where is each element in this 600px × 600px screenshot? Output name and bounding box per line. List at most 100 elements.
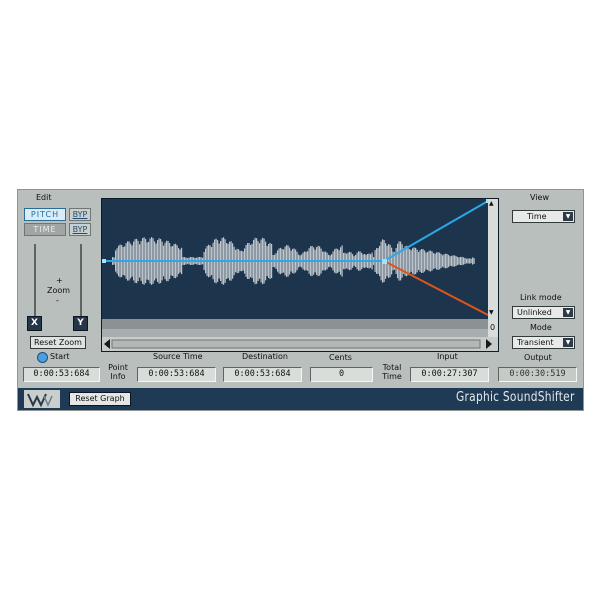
pitch-bypass-button[interactable]: BYP	[69, 208, 91, 221]
waveform-sample	[398, 241, 400, 281]
waveform-sample	[458, 257, 460, 265]
start-time-field[interactable]: 0:00:53:684	[23, 367, 100, 382]
waveform-sample	[469, 258, 471, 264]
waveform-sample	[440, 253, 442, 269]
waveform-sample	[412, 248, 414, 274]
pitch-edit-button[interactable]: PITCH	[24, 208, 66, 221]
footer-bar: Reset Graph Graphic SoundShifter	[18, 388, 583, 410]
destination-label: Destination	[242, 352, 288, 361]
link-mode-dropdown[interactable]: Unlinked ▼	[512, 306, 575, 319]
reset-zoom-button[interactable]: Reset Zoom	[30, 336, 86, 349]
reset-graph-button[interactable]: Reset Graph	[69, 392, 131, 406]
waveform-sample	[472, 257, 474, 265]
vertical-scrollbar[interactable]: ▲ ▼ 0	[488, 199, 498, 337]
curve-start-point[interactable]	[102, 259, 106, 263]
waveform-sample	[430, 250, 432, 272]
waveform-sample	[437, 252, 439, 270]
waveform-sample	[446, 253, 448, 269]
link-mode-label: Link mode	[520, 293, 562, 302]
output-label: Output	[524, 353, 552, 362]
waveform-sample	[433, 253, 435, 269]
overview-strip-lower	[102, 329, 498, 337]
waveform-sample	[448, 254, 450, 268]
waveform-sample	[407, 246, 409, 276]
start-label: Start	[50, 352, 70, 361]
waveform-sample	[466, 258, 468, 264]
waveform-sample	[452, 255, 454, 267]
waveform-sample	[389, 244, 391, 278]
waveform-sample	[463, 257, 465, 265]
input-label: Input	[437, 352, 458, 361]
waveform-sample	[449, 256, 451, 266]
chevron-down-icon[interactable]: ▼	[563, 308, 573, 317]
waveform-sample	[439, 252, 441, 270]
waves-logo-icon	[24, 390, 60, 408]
waveform-sample	[455, 256, 457, 266]
waveform-sample	[428, 250, 430, 272]
waveform-sample	[419, 250, 421, 272]
waveform-sample	[473, 258, 475, 264]
waveform-sample	[421, 249, 423, 273]
start-radio-button[interactable]	[37, 352, 48, 363]
scroll-up-icon[interactable]: ▲	[489, 200, 494, 207]
waveform-sample	[451, 255, 453, 267]
point-info-label: Point Info	[108, 363, 128, 381]
mode-dropdown[interactable]: Transient ▼	[512, 336, 575, 349]
source-time-field[interactable]: 0:00:53:684	[137, 367, 216, 382]
source-time-label: Source Time	[153, 352, 203, 361]
view-dropdown[interactable]: Time ▼	[512, 210, 575, 223]
vertical-scroll-value: 0	[490, 323, 496, 332]
waveform-sample	[413, 247, 415, 275]
overview-strip	[102, 319, 498, 329]
waveform-sample	[442, 255, 444, 267]
scrollbar-thumb[interactable]	[111, 339, 481, 349]
waveform-sample	[445, 253, 447, 269]
total-time-label: Total Time	[382, 363, 402, 381]
time-edit-button[interactable]: TIME	[24, 223, 66, 236]
plugin-title: Graphic SoundShifter	[456, 390, 575, 405]
view-dropdown-value: Time	[527, 212, 547, 221]
destination-field[interactable]: 0:00:53:684	[223, 367, 302, 382]
waveform-sample	[436, 252, 438, 270]
output-time-field: 0:00:30:519	[498, 367, 577, 382]
waveform-sample	[397, 243, 399, 279]
waveform-sample	[461, 256, 463, 266]
graphic-soundshifter-plugin: Edit PITCH BYP TIME BYP + Zoom - X Y Res…	[17, 189, 584, 411]
chevron-down-icon[interactable]: ▼	[563, 338, 573, 347]
cents-label: Cents	[329, 353, 352, 362]
waveform-sample	[460, 256, 462, 266]
waveform-sample	[388, 244, 390, 278]
waveform-sample	[464, 258, 466, 264]
waveform-sample	[454, 255, 456, 267]
waveform-sample	[422, 249, 424, 273]
zoom-minus-label: -	[56, 296, 59, 305]
waveform-sample	[410, 250, 412, 272]
waveform-sample	[457, 257, 459, 265]
cents-field[interactable]: 0	[310, 367, 373, 382]
waveform-sample	[431, 251, 433, 271]
scroll-down-icon[interactable]: ▼	[489, 309, 494, 316]
waveform-sample	[415, 247, 417, 275]
time-bypass-button[interactable]: BYP	[69, 223, 91, 236]
waveform-sample	[391, 247, 393, 275]
input-time-field: 0:00:27:307	[410, 367, 489, 382]
waveform-sample	[416, 249, 418, 273]
y-zoom-slider-thumb[interactable]: Y	[73, 316, 88, 331]
waveform-graph[interactable]: ▲ ▼ 0	[101, 198, 499, 352]
waveform-sample	[470, 258, 472, 264]
y-zoom-slider-track[interactable]	[80, 244, 82, 316]
waveform-sample	[434, 253, 436, 269]
x-zoom-slider-track[interactable]	[34, 244, 36, 316]
zoom-plus-label: +	[56, 276, 63, 285]
x-zoom-slider-thumb[interactable]: X	[27, 316, 42, 331]
chevron-down-icon[interactable]: ▼	[563, 212, 573, 221]
waveform-sample	[427, 251, 429, 271]
zoom-label: Zoom	[47, 286, 71, 295]
waveform-sample	[424, 250, 426, 272]
edit-label: Edit	[36, 193, 52, 202]
curve-selected-point[interactable]	[382, 259, 387, 264]
waveform-sample	[418, 251, 420, 271]
waveform-sample	[443, 254, 445, 268]
waveform-sample	[425, 252, 427, 270]
waveform-sample	[409, 249, 411, 273]
